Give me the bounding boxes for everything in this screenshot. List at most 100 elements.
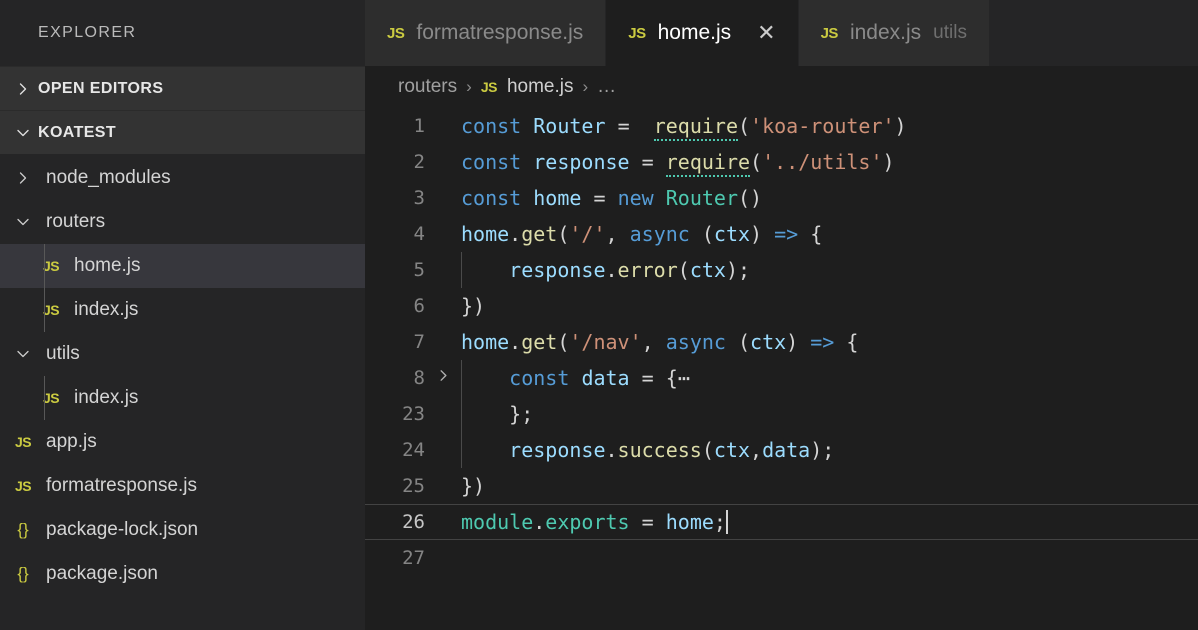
chevron-right-icon[interactable] (8, 170, 38, 186)
breadcrumb-symbol-ellipsis[interactable]: … (597, 76, 616, 98)
tab-description: utils (933, 22, 967, 44)
tree-item-index-js[interactable]: JS index.js (0, 376, 365, 420)
file-tree: node_modulesrouters JS home.js JS index.js ut… (0, 154, 365, 630)
explorer-sidebar: EXPLORER OPEN EDITORS KOATEST node_modul… (0, 0, 365, 630)
code-line[interactable]: 27 (365, 540, 1198, 576)
tab-label: index.js (850, 21, 921, 45)
tree-item-home-js[interactable]: JS home.js (0, 244, 365, 288)
code-line[interactable]: 26 module.exports = home; (365, 504, 1198, 540)
code-text: const response = require('../utils') (461, 150, 1198, 174)
breadcrumb: routers › JS home.js › … (365, 66, 1198, 108)
breadcrumb-separator-icon: › (466, 77, 472, 97)
json-file-icon: {} (8, 520, 38, 540)
tree-item-label: routers (46, 211, 105, 233)
section-koatest[interactable]: KOATEST (0, 110, 365, 154)
indent-guide (461, 432, 462, 468)
tab-label: formatresponse.js (416, 21, 583, 45)
tree-item-label: formatresponse.js (46, 475, 197, 497)
code-line[interactable]: 23 }; (365, 396, 1198, 432)
code-text: const data = {⋯ (461, 366, 1198, 390)
tree-item-routers[interactable]: routers (0, 200, 365, 244)
line-number: 4 (365, 223, 425, 245)
code-text: }; (461, 402, 1198, 426)
line-number: 24 (365, 439, 425, 461)
indent-guide (461, 360, 462, 396)
tab-index-js[interactable]: JS index.js utils (799, 0, 990, 66)
section-open-editors-label: OPEN EDITORS (38, 80, 163, 98)
code-text: home.get('/', async (ctx) => { (461, 222, 1198, 246)
json-file-icon: {} (8, 564, 38, 584)
tree-item-package-lock-json[interactable]: {} package-lock.json (0, 508, 365, 552)
tab-formatresponse-js[interactable]: JS formatresponse.js (365, 0, 606, 66)
code-text: module.exports = home; (461, 510, 1198, 534)
tree-item-formatresponse-js[interactable]: JSformatresponse.js (0, 464, 365, 508)
chevron-down-icon[interactable] (8, 125, 38, 141)
tree-item-node-modules[interactable]: node_modules (0, 156, 365, 200)
tree-item-app-js[interactable]: JSapp.js (0, 420, 365, 464)
tree-item-label: index.js (74, 387, 138, 409)
js-file-icon: JS (8, 434, 38, 450)
indent-guide (44, 288, 45, 332)
code-line[interactable]: 1 const Router = require('koa-router') (365, 108, 1198, 144)
section-open-editors[interactable]: OPEN EDITORS (0, 66, 365, 110)
breadcrumb-separator-icon: › (582, 77, 588, 97)
code-line[interactable]: 8 const data = {⋯ (365, 360, 1198, 396)
code-text: }) (461, 474, 1198, 498)
tree-item-label: utils (46, 343, 80, 365)
chevron-down-icon[interactable] (8, 346, 38, 362)
code-text: response.success(ctx,data); (461, 438, 1198, 462)
code-text: const Router = require('koa-router') (461, 114, 1198, 138)
js-file-icon: JS (36, 302, 66, 318)
js-file-icon: JS (481, 79, 497, 95)
code-text: home.get('/nav', async (ctx) => { (461, 330, 1198, 354)
close-icon[interactable]: ✕ (757, 22, 775, 44)
line-number: 6 (365, 295, 425, 317)
code-line[interactable]: 5 response.error(ctx); (365, 252, 1198, 288)
indent-guide (461, 252, 462, 288)
explorer-title: EXPLORER (0, 0, 365, 66)
code-line[interactable]: 3 const home = new Router() (365, 180, 1198, 216)
line-number: 8 (365, 367, 425, 389)
tab-bar-filler (990, 0, 1198, 66)
code-text: const home = new Router() (461, 186, 1198, 210)
js-file-icon: JS (36, 258, 66, 274)
line-number: 25 (365, 475, 425, 497)
chevron-down-icon[interactable] (8, 214, 38, 230)
code-line[interactable]: 2const response = require('../utils') (365, 144, 1198, 180)
tree-item-utils[interactable]: utils (0, 332, 365, 376)
line-number: 1 (365, 115, 425, 137)
js-file-icon: JS (628, 25, 645, 42)
indent-guide (44, 244, 45, 288)
line-number: 3 (365, 187, 425, 209)
js-file-icon: JS (821, 25, 838, 42)
code-line[interactable]: 4 home.get('/', async (ctx) => { (365, 216, 1198, 252)
chevron-right-icon[interactable] (8, 81, 38, 97)
code-line[interactable]: 25}) (365, 468, 1198, 504)
breadcrumb-file[interactable]: home.js (507, 76, 574, 98)
section-koatest-label: KOATEST (38, 124, 116, 142)
tree-item-package-json[interactable]: {} package.json (0, 552, 365, 596)
tree-item-label: index.js (74, 299, 138, 321)
line-number: 27 (365, 547, 425, 569)
breadcrumb-folder[interactable]: routers (398, 76, 457, 98)
code-line[interactable]: 7home.get('/nav', async (ctx) => { (365, 324, 1198, 360)
code-line[interactable]: 24 response.success(ctx,data); (365, 432, 1198, 468)
text-cursor (726, 510, 728, 534)
tree-item-label: package-lock.json (46, 519, 198, 541)
line-number: 26 (365, 511, 425, 533)
editor-area: JS formatresponse.js JS home.js ✕ JS index.js u… (365, 0, 1198, 630)
tree-item-label: node_modules (46, 167, 171, 189)
vscode-window: EXPLORER OPEN EDITORS KOATEST node_modul… (0, 0, 1198, 630)
tab-bar: JS formatresponse.js JS home.js ✕ JS index.js u… (365, 0, 1198, 66)
js-file-icon: JS (36, 390, 66, 406)
fold-chevron-icon[interactable] (425, 368, 461, 388)
code-text: }) (461, 294, 1198, 318)
js-file-icon: JS (387, 25, 404, 42)
tab-label: home.js (658, 21, 732, 45)
tree-item-index-js[interactable]: JS index.js (0, 288, 365, 332)
tab-home-js[interactable]: JS home.js ✕ (606, 0, 798, 66)
code-editor[interactable]: 1 const Router = require('koa-router') 2co… (365, 108, 1198, 630)
tree-item-label: home.js (74, 255, 141, 277)
tree-item-label: package.json (46, 563, 158, 585)
code-line[interactable]: 6}) (365, 288, 1198, 324)
